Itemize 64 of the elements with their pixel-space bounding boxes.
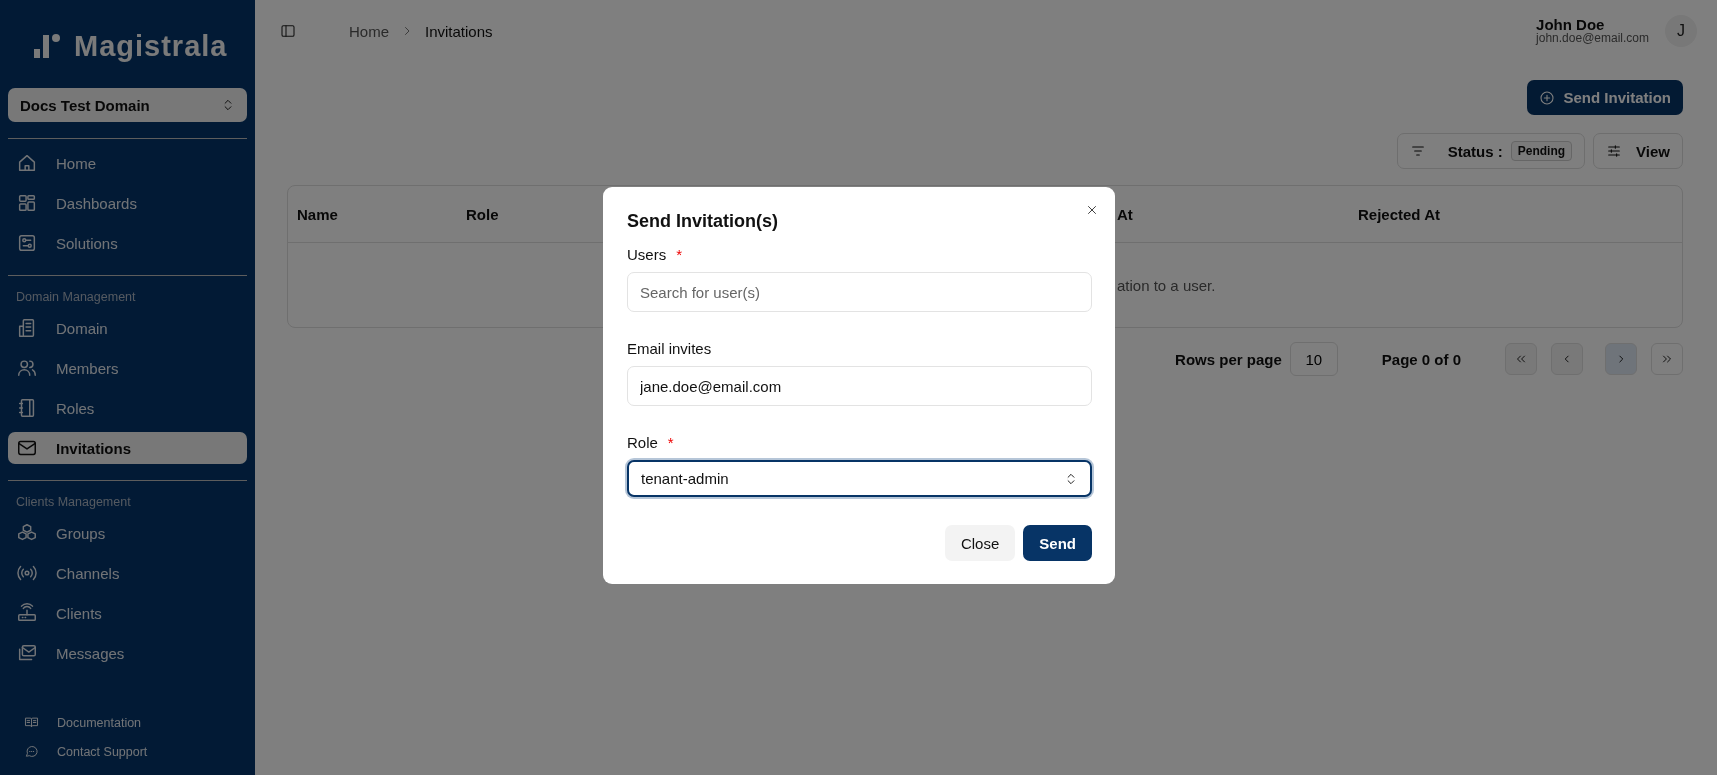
role-select[interactable]: tenant-admin	[627, 460, 1092, 497]
column-header: Rejected At	[1358, 205, 1440, 223]
chevron-icon	[1660, 352, 1674, 366]
page-indicator: Page 0 of 0	[1381, 350, 1461, 368]
first-page-button[interactable]	[1505, 343, 1537, 375]
nav-item[interactable]: Roles	[8, 392, 247, 424]
next-page-button[interactable]	[1605, 343, 1637, 375]
view-button[interactable]: View	[1593, 133, 1683, 169]
field-label: Email invites	[627, 340, 712, 357]
required-mark: *	[667, 434, 674, 451]
column-header: At	[1117, 205, 1133, 223]
breadcrumb-item: Invitations	[425, 22, 493, 40]
send-invitation-button[interactable]: Send Invitation	[1527, 80, 1683, 115]
empty-message: ation to a user.	[1117, 276, 1216, 294]
column-header: Role	[466, 205, 499, 223]
column-header: Name	[297, 205, 338, 223]
previous-page-button[interactable]	[1551, 343, 1583, 375]
required-mark: *	[676, 246, 682, 263]
close-icon	[1085, 203, 1099, 217]
section-heading: Domain Management	[15, 289, 137, 304]
status-filter-button[interactable]: Status : Pending	[1396, 133, 1586, 169]
people-icon	[16, 357, 38, 379]
flow-icon	[16, 232, 38, 254]
logo-mark-icon	[32, 31, 62, 61]
grid-icon	[16, 192, 38, 214]
nav-item[interactable]: Groups	[8, 517, 247, 549]
rows-per-page-select[interactable]: 10	[1289, 342, 1338, 376]
nav-item[interactable]: Channels	[8, 557, 247, 589]
section-heading: Clients Management	[15, 494, 132, 509]
panel-icon	[280, 23, 296, 39]
logo: Magistrala	[32, 28, 228, 64]
plus-circle-icon	[1539, 89, 1556, 106]
field-label: Role	[627, 434, 658, 451]
footer-link[interactable]: Documentation	[24, 715, 247, 730]
filter-lines-icon	[1409, 143, 1426, 159]
user-search-field[interactable]: Search for user(s)	[627, 272, 1092, 312]
dialog-title: Send Invitation(s)	[627, 211, 779, 232]
nav-item[interactable]: Invitations	[8, 432, 247, 464]
nav-item[interactable]: Solutions	[8, 227, 247, 259]
chevron-icon	[1514, 352, 1528, 366]
email-field[interactable]: jane.doe@email.com	[627, 366, 1092, 406]
rows-per-page-label: Rows per page	[1175, 350, 1282, 368]
nav-item[interactable]: Clients	[8, 597, 247, 629]
send-button[interactable]: Send	[1023, 525, 1092, 561]
user-avatar[interactable]: J	[1665, 15, 1697, 47]
nav-item[interactable]: Dashboards	[8, 187, 247, 219]
nav-item[interactable]: Members	[8, 352, 247, 384]
footer-link[interactable]: Contact Support	[24, 744, 247, 759]
nav-item[interactable]: Home	[8, 147, 247, 179]
router-icon	[16, 602, 38, 624]
close-dialog-button[interactable]: Close	[944, 525, 1016, 561]
domain-selector[interactable]: Docs Test Domain	[8, 88, 247, 122]
house-icon	[16, 152, 38, 174]
breadcrumb-item[interactable]: Home	[349, 22, 389, 40]
book-icon	[24, 715, 39, 730]
chat-bubble-icon	[24, 744, 39, 759]
status-chip: Pending	[1510, 141, 1573, 161]
user-name: John Doe	[1536, 17, 1606, 32]
nav-item[interactable]: Domain	[8, 312, 247, 344]
nav-item[interactable]: Messages	[8, 637, 247, 669]
sliders-icon	[1606, 143, 1623, 159]
user-email: john.doe@email.com	[1536, 32, 1649, 45]
last-page-button[interactable]	[1651, 343, 1683, 375]
field-label: Users	[627, 246, 667, 263]
